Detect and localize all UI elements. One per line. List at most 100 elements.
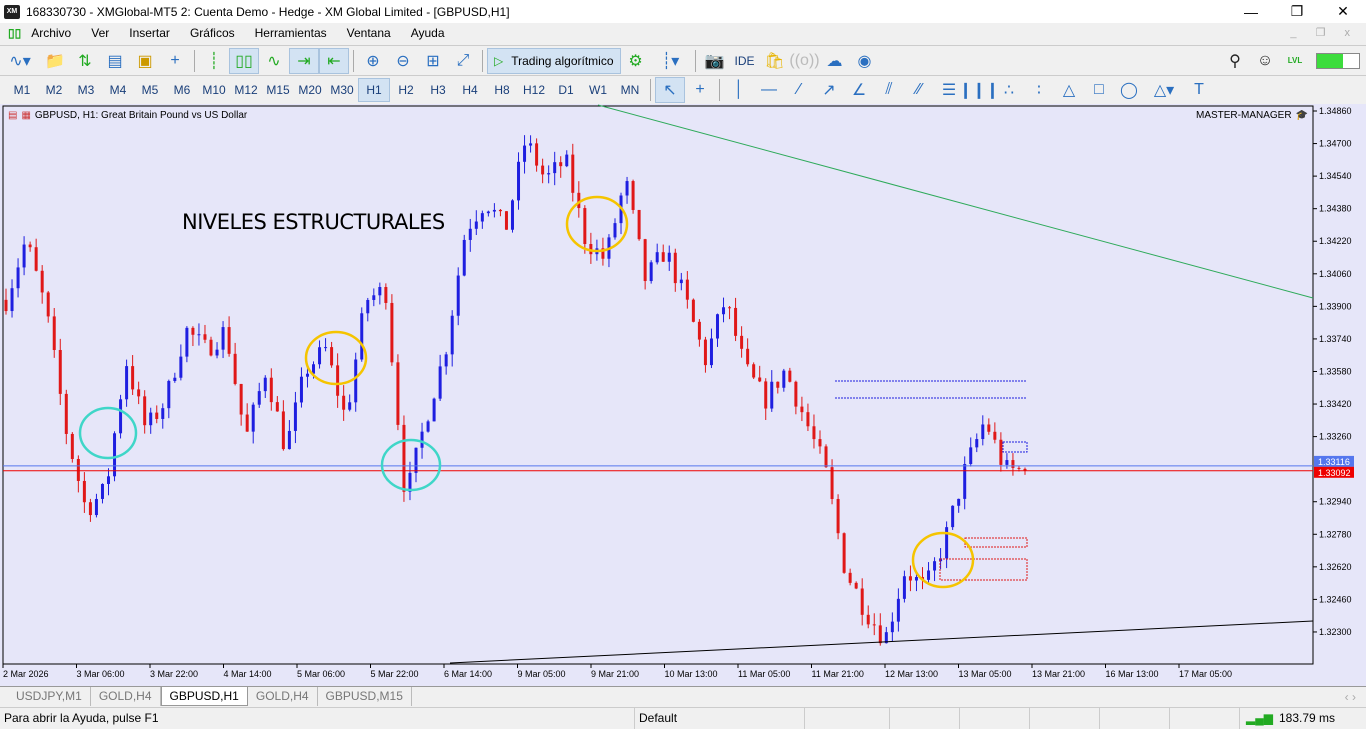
timeframe-m30[interactable]: M30	[326, 78, 358, 102]
timeframe-m12[interactable]: M12	[230, 78, 262, 102]
candle-body	[348, 402, 352, 410]
candle-body	[987, 424, 991, 432]
text-icon[interactable]: T	[1184, 77, 1214, 103]
timeframe-mn[interactable]: MN	[614, 78, 646, 102]
indicators-dropdown-icon[interactable]: ┊▾	[651, 48, 691, 74]
rectangle-icon[interactable]: □	[1084, 77, 1114, 103]
market-watch-icon[interactable]: ▤	[100, 48, 130, 74]
parallel-channel-icon[interactable]: ⁄⁄	[904, 77, 934, 103]
zoom-in-icon[interactable]: ⊕	[358, 48, 388, 74]
timeframe-h1[interactable]: H1	[358, 77, 390, 102]
fullscreen-icon[interactable]: ⤢	[448, 48, 478, 74]
minimize-button[interactable]: —	[1228, 0, 1274, 23]
search-icon[interactable]: ⚲	[1220, 48, 1250, 74]
y-tick-label: 1.32780	[1319, 529, 1352, 539]
lvl-icon[interactable]: LVL	[1280, 48, 1310, 74]
candle-body	[697, 321, 701, 340]
gann-icon[interactable]: ❙❙❙	[959, 77, 999, 103]
cursor-icon[interactable]: ↖	[655, 76, 685, 103]
folder-icon[interactable]: 📁	[40, 48, 70, 74]
elliott-wave-icon[interactable]: ∶	[1024, 77, 1054, 103]
bar-chart-icon[interactable]: ┊	[199, 48, 229, 74]
autoscroll-icon[interactable]: ⇥	[289, 47, 319, 74]
timeframe-m15[interactable]: M15	[262, 78, 294, 102]
tab-gbpusd-m15[interactable]: GBPUSD,M15	[318, 687, 412, 706]
zoom-out-icon[interactable]: ⊖	[388, 48, 418, 74]
algo-trading-button[interactable]: ▷ Trading algorítmico	[487, 47, 621, 74]
timeframe-h2[interactable]: H2	[390, 78, 422, 102]
candle-body	[474, 221, 478, 229]
signal-icon[interactable]: ((o))	[789, 48, 819, 74]
timeframe-m20[interactable]: M20	[294, 78, 326, 102]
ide-button[interactable]: IDE	[730, 48, 760, 74]
menu-insertar[interactable]: Insertar	[129, 26, 170, 40]
timeframe-d1[interactable]: D1	[550, 78, 582, 102]
candle-body	[517, 161, 521, 201]
timeframe-m5[interactable]: M5	[134, 78, 166, 102]
annotation-text[interactable]: NIVELES ESTRUCTURALES	[182, 210, 445, 234]
graduation-cap-icon: 🎓	[1295, 110, 1308, 121]
vertical-line-icon[interactable]: │	[724, 77, 754, 103]
ellipse-icon[interactable]: ◯	[1114, 77, 1144, 103]
timeframe-m2[interactable]: M2	[38, 78, 70, 102]
close-button[interactable]: ✕	[1320, 0, 1366, 23]
tab-scroll-arrows[interactable]: ‹ ›	[1345, 690, 1356, 704]
candlestick-icon[interactable]: ▯▯	[229, 47, 259, 74]
candle-body	[209, 339, 213, 356]
timeframe-m10[interactable]: M10	[198, 78, 230, 102]
abc-wave-icon[interactable]: ∴	[994, 77, 1024, 103]
cloud-icon[interactable]: ☁	[820, 48, 850, 74]
trendline-icon[interactable]: ∕	[784, 77, 814, 103]
candle-body	[685, 279, 689, 300]
x-tick-label: 4 Mar 14:00	[224, 669, 272, 679]
timeframe-h12[interactable]: H12	[518, 78, 550, 102]
tab-usdjpy-m1[interactable]: USDJPY,M1	[8, 687, 91, 706]
horizontal-line-icon[interactable]: —	[754, 77, 784, 103]
menu-ventana[interactable]: Ventana	[347, 26, 391, 40]
timeframe-h8[interactable]: H8	[486, 78, 518, 102]
candle-body	[275, 402, 279, 412]
info-cursor-icon[interactable]: +	[160, 48, 190, 74]
channel-icon[interactable]: ⫽	[874, 77, 904, 103]
menu-herramientas[interactable]: Herramientas	[255, 26, 327, 40]
connection-toggle[interactable]	[1316, 52, 1360, 69]
market-bag-icon[interactable]: 🛍	[760, 48, 790, 74]
menu-archivo[interactable]: Archivo	[31, 26, 71, 40]
chart-shift-icon[interactable]: ⇤	[319, 47, 349, 74]
screenshot-icon[interactable]: 📷	[700, 48, 730, 74]
chart-window[interactable]: 1.34860 1.34700 1.34540 1.34380 1.34220 1.340…	[0, 104, 1366, 686]
timeframe-m6[interactable]: M6	[166, 78, 198, 102]
new-order-icon[interactable]: ⇅	[70, 48, 100, 74]
timeframe-m1[interactable]: M1	[6, 78, 38, 102]
menu-ver[interactable]: Ver	[91, 26, 109, 40]
tab-gbpusd-h1[interactable]: GBPUSD,H1	[160, 687, 248, 706]
menu-graficos[interactable]: Gráficos	[190, 26, 235, 40]
account-icon[interactable]: ☺	[1250, 48, 1280, 74]
angle-line-icon[interactable]: ∠	[844, 77, 874, 103]
triangle-icon[interactable]: △	[1054, 77, 1084, 103]
candle-body	[432, 398, 436, 422]
tile-windows-icon[interactable]: ⊞	[418, 48, 448, 74]
dollar-icon[interactable]: ▣	[130, 48, 160, 74]
timeframe-h3[interactable]: H3	[422, 78, 454, 102]
arrow-line-icon[interactable]: ↗	[814, 77, 844, 103]
candle-body	[963, 464, 967, 499]
menu-ayuda[interactable]: Ayuda	[411, 26, 445, 40]
tab-gold-h4[interactable]: GOLD,H4	[248, 687, 318, 706]
candle-body	[637, 209, 641, 240]
line-chart-icon[interactable]: ∿	[259, 48, 289, 74]
chart-type-dropdown-icon[interactable]: ∿▾	[0, 48, 40, 74]
shapes-dropdown-icon[interactable]: △▾	[1144, 77, 1184, 103]
candle-body	[806, 412, 810, 427]
timeframe-m4[interactable]: M4	[102, 78, 134, 102]
mdi-controls[interactable]: _ ❐ x	[1290, 26, 1358, 39]
timeframe-w1[interactable]: W1	[582, 78, 614, 102]
timeframe-h4[interactable]: H4	[454, 78, 486, 102]
maximize-button[interactable]: ❐	[1274, 0, 1320, 23]
gear-icon[interactable]: ⚙	[621, 48, 651, 74]
crosshair-icon[interactable]: +	[685, 77, 715, 103]
price-chart[interactable]: 1.34860 1.34700 1.34540 1.34380 1.34220 1.340…	[0, 104, 1366, 686]
tab-gold-h4[interactable]: GOLD,H4	[91, 687, 161, 706]
fingerprint-icon[interactable]: ◉	[850, 48, 880, 74]
timeframe-m3[interactable]: M3	[70, 78, 102, 102]
